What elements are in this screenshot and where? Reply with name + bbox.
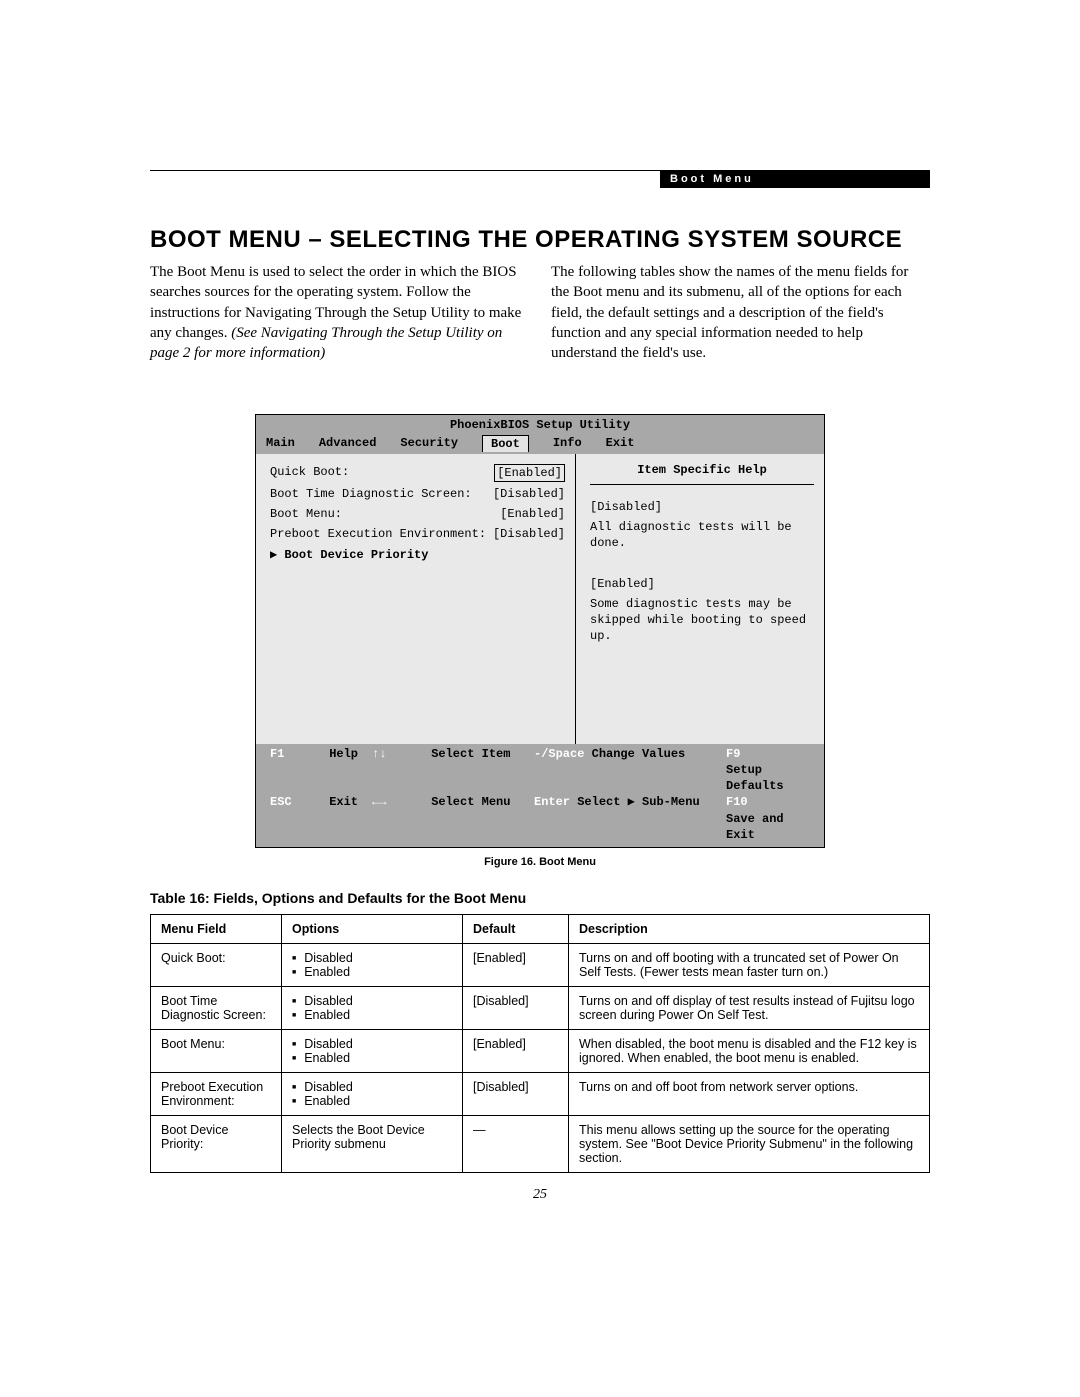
section-label: Boot Menu [660,170,930,188]
bios-key-arrows-v: ↑↓ [372,746,424,762]
bios-tab-security: Security [400,435,458,452]
intro-text: The Boot Menu is used to select the orde… [150,262,930,384]
bios-help-line: Some diagnostic tests may be skipped whi… [590,596,814,645]
bios-label-select-menu: Select Menu [431,794,510,810]
bios-item-label: Boot Menu: [270,506,342,522]
table-row: Quick Boot: Disabled Enabled [Enabled] T… [151,944,930,987]
fields-table: Menu Field Options Default Description Q… [150,914,930,1173]
bios-key-esc: ESC [270,794,322,810]
bios-label-save: Save and Exit [726,811,810,843]
bios-tab-boot: Boot [482,435,529,452]
bios-tab-advanced: Advanced [319,435,377,452]
cell-desc: When disabled, the boot menu is disabled… [569,1030,930,1073]
bios-submenu-item: ▶ Boot Device Priority [270,547,565,563]
table-row: Boot Device Priority: Selects the Boot D… [151,1116,930,1173]
cell-field: Boot Menu: [151,1030,282,1073]
bios-label-submenu: Select ▶ Sub-Menu [577,794,699,810]
bios-help-pane: Item Specific Help [Disabled] All diagno… [576,454,824,744]
bios-item-value: [Disabled] [493,526,565,542]
cell-options: Disabled Enabled [282,1073,463,1116]
bios-item-label: Quick Boot: [270,464,349,482]
table-row: Preboot Execution Environment: Disabled … [151,1073,930,1116]
cell-field: Boot Time Diagnostic Screen: [151,987,282,1030]
th-menu-field: Menu Field [151,915,282,944]
bios-label-exit: Exit [329,794,358,810]
cell-desc: Turns on and off booting with a truncate… [569,944,930,987]
cell-field: Quick Boot: [151,944,282,987]
bios-key-f10: F10 [726,794,778,810]
bios-label-help: Help [329,746,358,762]
bios-footer: F1 Help ↑↓ Select Item -/Space Change Va… [256,744,824,847]
cell-desc: Turns on and off boot from network serve… [569,1073,930,1116]
option-item: Disabled [292,994,452,1008]
bios-tab-main: Main [266,435,295,452]
bios-screenshot: PhoenixBIOS Setup Utility Main Advanced … [255,414,825,849]
bios-item-value-selected: [Enabled] [494,464,565,482]
bios-key-f9: F9 [726,746,778,762]
bios-key-arrows-h: ←→ [372,794,424,810]
bios-key-f1: F1 [270,746,322,762]
cell-default: [Disabled] [463,1073,569,1116]
option-item: Enabled [292,1008,452,1022]
bios-help-line: [Enabled] [590,576,814,592]
bios-label-select-item: Select Item [431,746,510,762]
option-item: Enabled [292,1051,452,1065]
cell-default: [Enabled] [463,944,569,987]
bios-label-defaults: Setup Defaults [726,762,810,794]
option-item: Enabled [292,1094,452,1108]
table-row: Boot Menu: Disabled Enabled [Enabled] Wh… [151,1030,930,1073]
table-row: Boot Time Diagnostic Screen: Disabled En… [151,987,930,1030]
th-default: Default [463,915,569,944]
page-number: 25 [150,1187,930,1203]
cell-options: Selects the Boot Device Priority submenu [282,1116,463,1173]
option-item: Disabled [292,1080,452,1094]
th-options: Options [282,915,463,944]
bios-key-space: -/Space [534,746,584,762]
cell-options: Disabled Enabled [282,1030,463,1073]
option-item: Disabled [292,951,452,965]
cell-field: Boot Device Priority: [151,1116,282,1173]
page-title: BOOT MENU – SELECTING THE OPERATING SYST… [150,226,930,254]
option-item: Enabled [292,965,452,979]
bios-title: PhoenixBIOS Setup Utility [256,415,824,435]
cell-default: [Enabled] [463,1030,569,1073]
cell-options: Disabled Enabled [282,944,463,987]
bios-tab-info: Info [553,435,582,452]
bios-item-label: Boot Time Diagnostic Screen: [270,486,472,502]
bios-help-title: Item Specific Help [590,462,814,485]
bios-help-line: All diagnostic tests will be done. [590,519,814,551]
bios-item-value: [Disabled] [493,486,565,502]
cell-default: — [463,1116,569,1173]
table-caption: Table 16: Fields, Options and Defaults f… [150,890,930,906]
th-description: Description [569,915,930,944]
bios-label-change: Change Values [592,746,686,762]
cell-field: Preboot Execution Environment: [151,1073,282,1116]
cell-desc: Turns on and off display of test results… [569,987,930,1030]
bios-options-pane: Quick Boot: [Enabled] Boot Time Diagnost… [256,454,576,744]
option-item: Disabled [292,1037,452,1051]
bios-item-label: Preboot Execution Environment: [270,526,486,542]
figure-caption: Figure 16. Boot Menu [150,856,930,868]
cell-desc: This menu allows setting up the source f… [569,1116,930,1173]
intro-para-2: The following tables show the names of t… [551,264,908,361]
bios-key-enter: Enter [534,794,570,810]
bios-tabs: Main Advanced Security Boot Info Exit [256,435,824,454]
cell-default: [Disabled] [463,987,569,1030]
bios-tab-exit: Exit [606,435,635,452]
bios-help-line: [Disabled] [590,499,814,515]
bios-item-value: [Enabled] [500,506,565,522]
cell-options: Disabled Enabled [282,987,463,1030]
